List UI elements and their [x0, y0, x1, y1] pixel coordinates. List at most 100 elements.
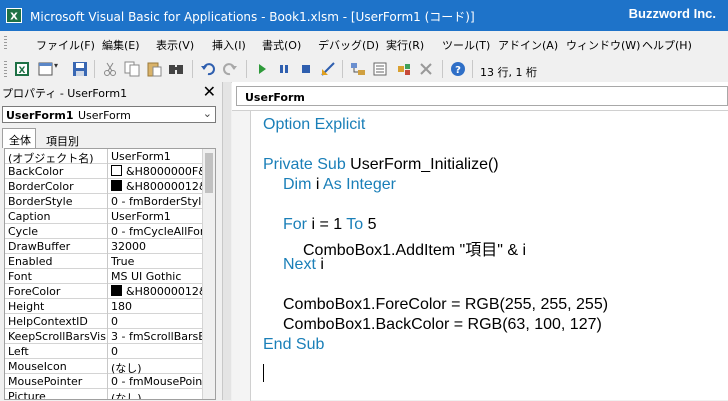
code-line[interactable]: Private Sub UserForm_Initialize() [263, 156, 499, 174]
find-icon[interactable] [168, 61, 184, 77]
code-line[interactable]: Option Explicit [263, 116, 365, 134]
property-row[interactable]: (オブジェクト名) UserForm1 [5, 149, 215, 165]
toolbar-grip[interactable] [4, 61, 7, 77]
code-line[interactable]: For i = 1 To 5 [283, 216, 377, 234]
tab-categorized[interactable]: 項目別 [40, 130, 86, 148]
code-line[interactable]: ComboBox1.BackColor = RGB(63, 100, 127) [283, 316, 602, 334]
menu-file[interactable]: ファイル(F) [36, 37, 95, 53]
property-name: MousePointer [8, 375, 83, 388]
object-combo-box[interactable]: UserForm [236, 86, 728, 106]
property-value[interactable]: 32000 [111, 240, 203, 253]
menu-insert[interactable]: 挿入(I) [212, 37, 246, 53]
insert-userform-icon[interactable] [38, 61, 54, 77]
property-divider [107, 389, 108, 399]
property-grid-scrollbar[interactable] [202, 149, 215, 399]
property-name: DrawBuffer [8, 240, 71, 253]
code-line[interactable]: Dim i As Integer [283, 176, 396, 194]
property-value[interactable]: &H80000012& [111, 285, 203, 298]
object-selector[interactable]: UserForm1 UserForm ⌄ [2, 106, 216, 123]
code-line[interactable]: ComboBox1.AddItem "項目" & i [303, 236, 526, 260]
tab-label: 項目別 [46, 135, 79, 148]
property-value[interactable]: UserForm1 [111, 210, 203, 223]
property-row[interactable]: KeepScrollBarsVisible 3 - fmScrollBarsBot… [5, 329, 215, 344]
reset-icon[interactable] [298, 61, 314, 77]
menu-view[interactable]: 表示(V) [156, 37, 194, 53]
menu-addins[interactable]: アドイン(A) [498, 37, 558, 53]
object-name: UserForm1 [6, 109, 74, 122]
property-value-text: &H80000012& [126, 285, 203, 298]
code-text: i [320, 256, 324, 273]
property-value[interactable]: MS UI Gothic [111, 270, 203, 283]
property-value[interactable]: &H80000012& [111, 180, 203, 193]
code-keyword: Dim [283, 176, 316, 193]
chevron-down-icon[interactable]: ⌄ [203, 107, 212, 120]
property-row[interactable]: Left 0 [5, 344, 215, 359]
property-row[interactable]: Cycle 0 - fmCycleAllForms [5, 224, 215, 239]
break-icon[interactable] [276, 61, 292, 77]
panel-splitter[interactable] [222, 82, 231, 400]
code-line[interactable]: End Sub [263, 336, 324, 354]
save-icon[interactable] [72, 61, 88, 77]
excel-view-icon[interactable]: X [14, 61, 30, 77]
property-divider [107, 284, 108, 299]
property-value[interactable]: True [111, 255, 203, 268]
design-mode-icon[interactable] [320, 61, 336, 77]
property-row[interactable]: DrawBuffer 32000 [5, 239, 215, 254]
property-value[interactable]: &H8000000F& [111, 165, 203, 178]
menu-window[interactable]: ウィンドウ(W) [566, 37, 640, 53]
property-row[interactable]: Enabled True [5, 254, 215, 269]
property-value[interactable]: 3 - fmScrollBarsBoth [111, 330, 203, 343]
property-value[interactable]: 0 - fmMousePointerDefault [111, 375, 203, 388]
property-value[interactable]: 180 [111, 300, 203, 313]
code-line[interactable]: Next i [283, 256, 324, 274]
property-row[interactable]: Picture (なし) [5, 389, 215, 399]
paste-icon[interactable] [146, 61, 162, 77]
toolbar-separator [342, 60, 343, 78]
margin-indicator-bar[interactable] [232, 111, 251, 401]
code-line[interactable]: ComboBox1.ForeColor = RGB(255, 255, 255) [283, 296, 608, 314]
property-divider [107, 149, 108, 164]
property-value[interactable]: (なし) [111, 390, 203, 399]
object-browser-icon[interactable] [396, 61, 412, 77]
property-value[interactable]: 0 [111, 315, 203, 328]
property-value-text: 0 [111, 315, 118, 328]
tab-alphabetic[interactable]: 全体 [2, 128, 36, 148]
property-row[interactable]: Height 180 [5, 299, 215, 314]
property-row[interactable]: Caption UserForm1 [5, 209, 215, 224]
property-row[interactable]: MouseIcon (なし) [5, 359, 215, 375]
menu-help[interactable]: ヘルプ(H) [642, 37, 692, 53]
copy-icon[interactable] [124, 61, 140, 77]
insert-dropdown-icon[interactable]: ▾ [54, 61, 58, 70]
help-icon[interactable]: ? [450, 61, 466, 77]
property-value[interactable]: UserForm1 [111, 150, 203, 163]
menu-edit[interactable]: 編集(E) [102, 37, 140, 53]
property-row[interactable]: MousePointer 0 - fmMousePointerDefault [5, 374, 215, 389]
cut-icon[interactable] [102, 61, 118, 77]
property-row[interactable]: BorderColor &H80000012& [5, 179, 215, 194]
scrollbar-thumb[interactable] [205, 153, 213, 193]
property-row[interactable]: HelpContextID 0 [5, 314, 215, 329]
property-value[interactable]: 0 - fmCycleAllForms [111, 225, 203, 238]
menu-debug[interactable]: デバッグ(D) [318, 37, 379, 53]
project-explorer-icon[interactable] [350, 61, 366, 77]
property-value[interactable]: 0 [111, 345, 203, 358]
property-value[interactable]: 0 - fmBorderStyleNone [111, 195, 203, 208]
property-row[interactable]: Font MS UI Gothic [5, 269, 215, 284]
property-divider [107, 344, 108, 359]
menu-tools[interactable]: ツール(T) [442, 37, 490, 53]
code-editor[interactable]: Option Explicit Private Sub UserForm_Init… [232, 110, 728, 401]
toolbox-icon[interactable] [418, 61, 434, 77]
code-keyword: As Integer [323, 176, 396, 193]
object-combo-value: UserForm [245, 91, 305, 104]
menu-grip[interactable] [4, 36, 7, 50]
menu-run[interactable]: 実行(R) [386, 37, 424, 53]
close-icon[interactable]: ✕ [203, 82, 216, 101]
property-row[interactable]: BorderStyle 0 - fmBorderStyleNone [5, 194, 215, 209]
redo-icon[interactable] [222, 61, 238, 77]
menu-format[interactable]: 書式(O) [262, 37, 301, 53]
property-row[interactable]: ForeColor &H80000012& [5, 284, 215, 299]
property-row[interactable]: BackColor &H8000000F& [5, 164, 215, 179]
run-icon[interactable] [254, 61, 270, 77]
properties-window-icon[interactable] [372, 61, 388, 77]
undo-icon[interactable] [200, 61, 216, 77]
